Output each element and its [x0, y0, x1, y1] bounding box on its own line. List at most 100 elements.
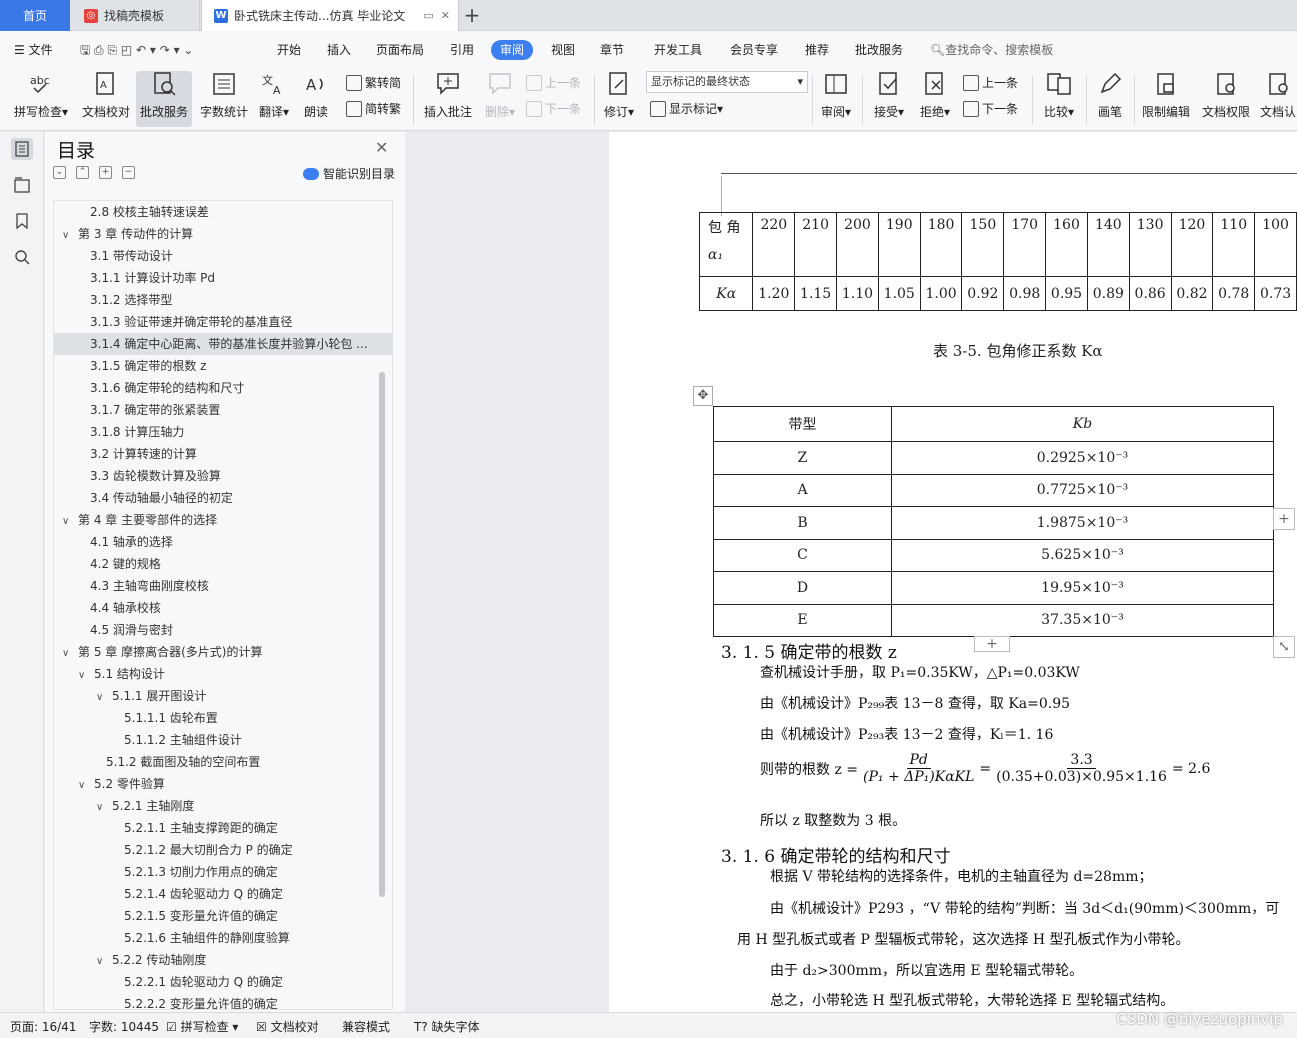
- remove-heading-icon[interactable]: −: [122, 166, 135, 179]
- tab-template[interactable]: ◎ 找稿壳模板: [72, 0, 200, 31]
- toc-item[interactable]: 4.5 润滑与密封: [54, 619, 392, 641]
- toc-item[interactable]: 3.1.7 确定带的张紧装置: [54, 399, 392, 421]
- toc-item[interactable]: 5.2.2.2 变形量允许值的确定: [54, 993, 392, 1009]
- simp-to-trad-button[interactable]: 简转繁: [346, 100, 401, 117]
- toc-item[interactable]: ∨ 5.2.2 传动轴刚度: [54, 949, 392, 971]
- doc-check-status[interactable]: ☒ 文档校对: [256, 1018, 319, 1035]
- menu-member[interactable]: 会员专享: [730, 40, 778, 60]
- toc-item[interactable]: 5.2.1.4 齿轮驱动力 Q 的确定: [54, 883, 392, 905]
- review-service-button[interactable]: 批改服务: [136, 71, 192, 127]
- collapse-all-icon[interactable]: ⌃: [76, 166, 89, 179]
- word-count-button[interactable]: 字数统计: [198, 71, 250, 120]
- doc-cert-button[interactable]: 文档认: [1258, 71, 1297, 120]
- toc-item[interactable]: 3.1.6 确定带轮的结构和尺寸: [54, 377, 392, 399]
- bookmark-icon[interactable]: [11, 210, 33, 232]
- menu-view[interactable]: 视图: [551, 40, 575, 60]
- file-menu[interactable]: ☰ 文件: [14, 40, 53, 60]
- toc-item[interactable]: 3.4 传动轴最小轴径的初定: [54, 487, 392, 509]
- reject-change-button[interactable]: 拒绝▾: [916, 71, 954, 120]
- search-icon[interactable]: [11, 246, 33, 268]
- menu-recommend[interactable]: 推荐: [805, 40, 829, 60]
- toc-item[interactable]: ∨ 5.2.1 主轴刚度: [54, 795, 392, 819]
- spell-check-button[interactable]: abc 拼写检查▾: [10, 71, 72, 120]
- delete-comment-button[interactable]: 删除▾: [480, 71, 520, 120]
- outline-icon[interactable]: [11, 174, 33, 196]
- toc-item[interactable]: 2.8 校核主轴转速误差: [54, 201, 392, 223]
- chevron-down-icon[interactable]: ∨: [62, 511, 74, 533]
- smart-toc-button[interactable]: 智能识别目录: [303, 165, 395, 182]
- menu-start[interactable]: 开始: [277, 40, 301, 60]
- missing-font-status[interactable]: T? 缺失字体: [414, 1018, 480, 1035]
- spell-check-status[interactable]: ☑ 拼写检查 ▾: [166, 1018, 238, 1035]
- toc-item[interactable]: 3.1.1 计算设计功率 Pd: [54, 267, 392, 289]
- add-column-icon[interactable]: +: [1273, 508, 1295, 530]
- chevron-down-icon[interactable]: ∨: [78, 775, 90, 797]
- command-search[interactable]: 🔍︎查找命令、搜索模板: [930, 40, 1053, 60]
- toc-item[interactable]: 3.2 计算转速的计算: [54, 443, 392, 465]
- toc-item[interactable]: 5.1.1.2 主轴组件设计: [54, 729, 392, 751]
- menu-insert[interactable]: 插入: [327, 40, 351, 60]
- tab-document[interactable]: W 卧式铣床主传动...仿真 毕业论文 ▭ ✕: [201, 0, 459, 31]
- next-comment-button[interactable]: 下一条: [526, 100, 581, 117]
- chevron-down-icon[interactable]: ∨: [62, 225, 74, 247]
- pen-button[interactable]: 画笔: [1094, 71, 1126, 120]
- table-move-handle-icon[interactable]: ✥: [693, 386, 713, 406]
- toc-item[interactable]: 3.3 齿轮模数计算及验算: [54, 465, 392, 487]
- menu-reference[interactable]: 引用: [450, 40, 474, 60]
- toc-item[interactable]: 4.4 轴承校核: [54, 597, 392, 619]
- toc-item[interactable]: 5.1.2 截面图及轴的空间布置: [54, 751, 392, 773]
- toc-item[interactable]: ∨ 第 4 章 主要零部件的选择: [54, 509, 392, 533]
- menu-devtools[interactable]: 开发工具: [654, 40, 702, 60]
- monitor-icon[interactable]: ▭: [423, 9, 433, 22]
- menu-chapter[interactable]: 章节: [600, 40, 624, 60]
- trad-to-simp-button[interactable]: 繁转简: [346, 74, 401, 91]
- chevron-down-icon[interactable]: ∨: [62, 643, 74, 665]
- track-changes-button[interactable]: 修订▾: [600, 71, 638, 120]
- translate-button[interactable]: 文 A 翻译▾: [256, 71, 292, 120]
- insert-comment-button[interactable]: 插入批注: [422, 71, 474, 120]
- quick-access-toolbar[interactable]: 🖫 ⎙ ⎘ ◰ ↶ ▾ ↷ ▾ ⌄: [80, 40, 194, 60]
- show-markup-button[interactable]: 显示标记 ▾: [650, 100, 723, 117]
- prev-change-button[interactable]: 上一条: [963, 74, 1018, 91]
- new-tab-button[interactable]: +: [462, 4, 482, 26]
- menu-layout[interactable]: 页面布局: [376, 40, 424, 60]
- next-change-button[interactable]: 下一条: [963, 100, 1018, 117]
- read-aloud-button[interactable]: A 朗读: [300, 71, 332, 120]
- close-icon[interactable]: ✕: [375, 138, 388, 157]
- review-pane-button[interactable]: 审阅▾: [818, 71, 854, 120]
- markup-state-select[interactable]: 显示标记的最终状态 ▾: [646, 71, 808, 93]
- toc-item[interactable]: 3.1.2 选择带型: [54, 289, 392, 311]
- chevron-down-icon[interactable]: ∨: [96, 797, 108, 819]
- toc-item[interactable]: ∨ 5.1 结构设计: [54, 663, 392, 687]
- toc-item[interactable]: 4.1 轴承的选择: [54, 531, 392, 553]
- menu-grading[interactable]: 批改服务: [855, 40, 903, 60]
- doc-permission-button[interactable]: 文档权限: [1200, 71, 1252, 120]
- toc-item[interactable]: 5.2.1.6 主轴组件的静刚度验算: [54, 927, 392, 949]
- close-tab-icon[interactable]: ✕: [441, 9, 450, 22]
- toc-item[interactable]: 5.2.1.3 切削力作用点的确定: [54, 861, 392, 883]
- toc-item[interactable]: ∨ 5.1.1 展开图设计: [54, 685, 392, 707]
- toc-item[interactable]: 3.1.3 验证带速并确定带轮的基准直径: [54, 311, 392, 333]
- toc-item[interactable]: ∨ 第 3 章 传动件的计算: [54, 223, 392, 247]
- toc-item[interactable]: 4.2 键的规格: [54, 553, 392, 575]
- add-heading-icon[interactable]: +: [99, 166, 112, 179]
- toc-item[interactable]: 3.1 带传动设计: [54, 245, 392, 267]
- add-row-icon[interactable]: +: [974, 636, 1010, 652]
- toc-item[interactable]: 3.1.5 确定带的根数 z: [54, 355, 392, 377]
- prev-comment-button[interactable]: 上一条: [526, 74, 581, 91]
- toc-item[interactable]: 3.1.4 确定中心距离、带的基准长度并验算小轮包 ...: [54, 333, 392, 355]
- compare-button[interactable]: 比较▾: [1040, 71, 1078, 120]
- accept-change-button[interactable]: 接受▾: [870, 71, 908, 120]
- chevron-down-icon[interactable]: ∨: [78, 665, 90, 687]
- toc-item[interactable]: 3.1.8 计算压轴力: [54, 421, 392, 443]
- toc-item[interactable]: ∨ 5.2 零件验算: [54, 773, 392, 797]
- toc-item[interactable]: 5.2.1.2 最大切削合力 P 的确定: [54, 839, 392, 861]
- expand-all-icon[interactable]: ⌄: [53, 166, 66, 179]
- restrict-edit-button[interactable]: 限制编辑: [1140, 71, 1192, 120]
- page-indicator[interactable]: 页面: 16/41: [10, 1018, 76, 1035]
- menu-review[interactable]: 审阅: [491, 40, 534, 60]
- toc-item[interactable]: 5.1.1.1 齿轮布置: [54, 707, 392, 729]
- toc-panel-icon[interactable]: [11, 138, 33, 160]
- toc-item[interactable]: 4.3 主轴弯曲刚度校核: [54, 575, 392, 597]
- word-count-indicator[interactable]: 字数: 10445: [89, 1018, 159, 1035]
